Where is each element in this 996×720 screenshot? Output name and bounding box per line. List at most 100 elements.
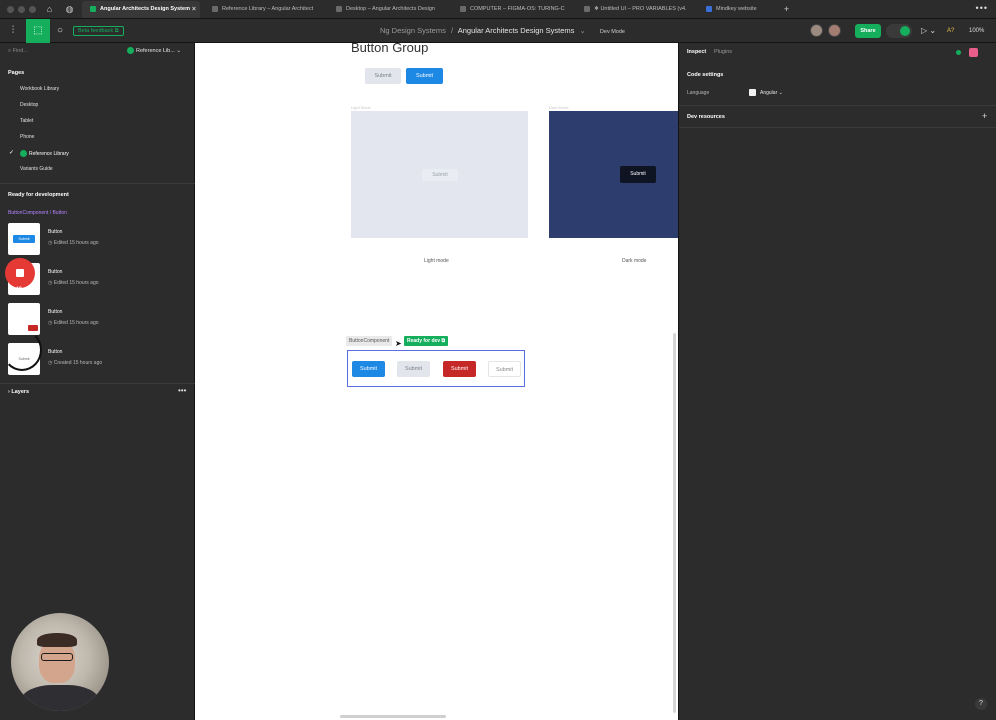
stop-recording-button[interactable] — [5, 258, 35, 288]
close-icon[interactable]: × — [192, 1, 196, 18]
more-options-icon[interactable]: ••• — [976, 3, 988, 13]
help-button[interactable]: ? — [975, 698, 987, 710]
ready-for-dev-title: Ready for development — [8, 192, 69, 198]
globe-icon[interactable]: ◍ — [63, 3, 76, 16]
component-thumbnail: Submit — [8, 223, 40, 255]
component-meta: ◷ Edited 15 hours ago — [48, 320, 99, 326]
breadcrumb-file[interactable]: Angular Architects Design Systems — [458, 26, 575, 35]
chevron-down-icon[interactable]: ⌄ — [580, 26, 586, 35]
find-input[interactable]: ⌕ Find... — [8, 48, 28, 55]
component-name: Button — [48, 349, 63, 355]
design-canvas[interactable]: Button Group Submit Submit Light Mode Da… — [195, 43, 678, 720]
variant-danger-button[interactable]: Submit — [443, 361, 476, 377]
tab-desktop[interactable]: Desktop – Angular Architects Design — [328, 1, 448, 18]
list-item[interactable]: Button ◷ Edited 15 hours ago — [8, 263, 188, 295]
button-component-frame[interactable]: Submit Submit Submit Submit — [347, 350, 525, 387]
tab-untitled-ui[interactable]: ❖ Untitled UI – PRO VARIABLES (v4. — [576, 1, 694, 18]
horizontal-scrollbar[interactable] — [340, 715, 446, 718]
add-resource-icon[interactable]: + — [982, 111, 987, 121]
code-settings-title: Code settings — [687, 72, 724, 78]
component-edited-time: Edited 15 hours ago — [53, 320, 99, 326]
divider — [679, 105, 996, 106]
ai-badge[interactable]: A? — [947, 19, 954, 43]
mouse-cursor-icon: ➤ — [395, 339, 402, 348]
tab-label: COMPUTER – FIGMA-OS: TURING-C — [470, 6, 565, 12]
window-maximize-dot[interactable] — [29, 6, 36, 13]
tab-inspect[interactable]: Inspect — [687, 49, 706, 55]
submit-button-secondary[interactable]: Submit — [365, 68, 401, 84]
checkmark-icon: ✓ — [9, 150, 15, 156]
zoom-level[interactable]: 100% — [969, 19, 984, 43]
list-item[interactable]: Submit Button ◷ Edited 15 hours ago — [8, 223, 188, 255]
figma-favicon-icon — [212, 6, 218, 12]
pause-icon[interactable]: ❚❚ — [8, 298, 34, 318]
more-options-icon[interactable]: ••• — [178, 386, 186, 395]
new-tab-plus-icon[interactable]: + — [780, 3, 793, 16]
move-tool-icon[interactable]: ⬚ — [26, 19, 50, 43]
avatar[interactable] — [810, 24, 823, 37]
page-item-variants-guide[interactable]: Variants Guide — [20, 166, 53, 172]
light-mode-caption: Light mode — [424, 258, 449, 264]
present-play-icon[interactable]: ▷ ⌄ — [921, 19, 936, 43]
dev-resources-title: Dev resources — [687, 114, 725, 120]
tab-mindkey-website[interactable]: Mindkey website — [698, 1, 778, 18]
home-icon[interactable]: ⌂ — [43, 3, 56, 16]
language-label: Language — [687, 90, 710, 96]
ready-for-dev-badge[interactable]: Ready for dev ⧉ — [404, 336, 449, 346]
submit-button-primary[interactable]: Submit — [406, 68, 443, 84]
tab-reference-library[interactable]: Reference Library – Angular Architect — [204, 1, 324, 18]
person-hair — [37, 633, 77, 647]
main-menu-icon[interactable]: ⫶ — [4, 19, 22, 43]
inspect-panel: Inspect Plugins Code settings Language A… — [678, 43, 996, 720]
dark-submit-button[interactable]: Submit — [620, 166, 656, 183]
window-minimize-dot[interactable] — [18, 6, 25, 13]
avatar[interactable] — [828, 24, 841, 37]
toggle-knob — [900, 26, 910, 36]
window-close-dot[interactable] — [7, 6, 14, 13]
list-item[interactable]: Button ◷ Edited 15 hours ago — [8, 303, 188, 335]
page-icon — [127, 47, 134, 54]
status-dot-icon — [956, 50, 961, 55]
tab-plugins[interactable]: Plugins — [714, 49, 732, 55]
variant-primary-button[interactable]: Submit — [352, 361, 385, 377]
page-icon — [20, 150, 27, 157]
left-panel: ⌕ Find... Reference Lib... ⌄ Pages Workb… — [0, 43, 195, 720]
light-submit-button[interactable]: Submit — [422, 169, 458, 181]
angular-icon — [749, 89, 756, 96]
person-shirt — [21, 685, 99, 711]
component-name: Button — [48, 269, 63, 275]
component-path-link[interactable]: ButtonComponent / Button — [8, 210, 67, 216]
share-button[interactable]: Share — [855, 24, 881, 38]
page-item-phone[interactable]: Phone — [20, 134, 34, 140]
dev-mode-toggle[interactable] — [886, 24, 912, 38]
frame-name-tag[interactable]: ButtonComponent — [346, 336, 393, 346]
variant-outline-button[interactable]: Submit — [488, 361, 521, 377]
light-mode-frame[interactable]: Submit — [351, 111, 528, 238]
tab-computer-figma-os[interactable]: COMPUTER – FIGMA-OS: TURING-C — [452, 1, 572, 18]
breadcrumb-team[interactable]: Ng Design Systems — [380, 26, 446, 35]
figma-toolbar: ⫶ ⬚ ○ Beta feedback ⧉ Ng Design Systems … — [0, 19, 996, 43]
tab-design-system[interactable]: Angular Architects Design System × — [82, 1, 200, 18]
find-placeholder: Find... — [12, 48, 28, 54]
component-edited-time: Edited 15 hours ago — [53, 240, 99, 246]
variant-secondary-button[interactable]: Submit — [397, 361, 430, 377]
webcam-overlay — [11, 613, 109, 711]
comment-icon[interactable]: ○ — [52, 19, 68, 43]
divider — [0, 183, 195, 184]
page-item-desktop[interactable]: Desktop — [20, 102, 38, 108]
page-item-reference-library[interactable]: Reference Library — [20, 150, 69, 157]
pages-title: Pages — [8, 70, 25, 76]
tab-label: ❖ Untitled UI – PRO VARIABLES (v4. — [594, 6, 687, 12]
layers-title[interactable]: › Layers — [8, 389, 29, 395]
component-meta: ◷ Edited 15 hours ago — [48, 240, 99, 246]
tab-label: Angular Architects Design System — [100, 6, 190, 12]
beta-feedback-button[interactable]: Beta feedback ⧉ — [73, 26, 124, 36]
page-item-workbook-library[interactable]: Workbook Library — [20, 86, 59, 92]
language-select[interactable]: Angular ⌄ — [749, 89, 783, 96]
dark-mode-frame[interactable]: Submit — [549, 111, 678, 238]
vertical-scrollbar[interactable] — [673, 333, 676, 713]
page-item-tablet[interactable]: Tablet — [20, 118, 33, 124]
figma-favicon-icon — [584, 6, 590, 12]
plugin-badge-icon[interactable] — [969, 48, 978, 57]
current-page-selector[interactable]: Reference Lib... ⌄ — [127, 47, 181, 54]
